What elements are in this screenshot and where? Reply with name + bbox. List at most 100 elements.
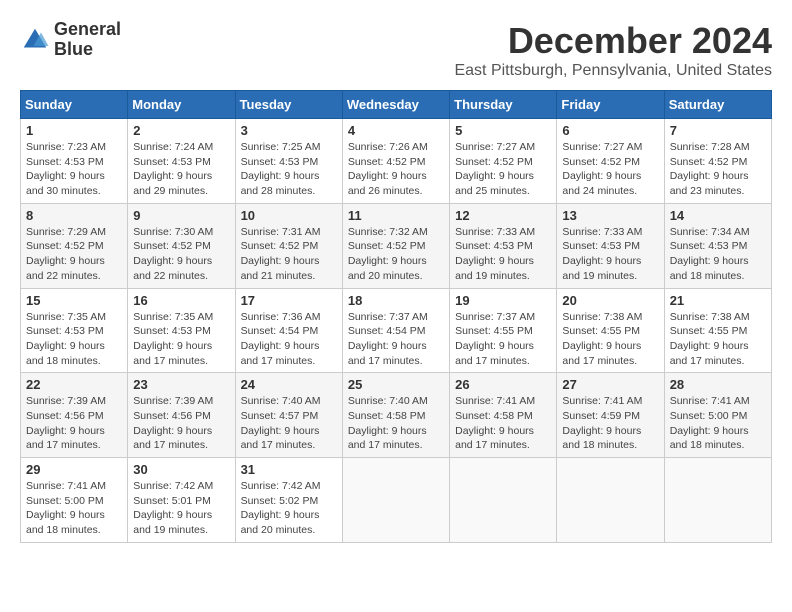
day-cell-27: 27Sunrise: 7:41 AMSunset: 4:59 PMDayligh… xyxy=(557,373,664,458)
day-cell-13: 13Sunrise: 7:33 AMSunset: 4:53 PMDayligh… xyxy=(557,203,664,288)
day-cell-28: 28Sunrise: 7:41 AMSunset: 5:00 PMDayligh… xyxy=(664,373,771,458)
day-info: Sunrise: 7:38 AMSunset: 4:55 PMDaylight:… xyxy=(562,310,658,369)
day-info: Sunrise: 7:36 AMSunset: 4:54 PMDaylight:… xyxy=(241,310,337,369)
day-cell-31: 31Sunrise: 7:42 AMSunset: 5:02 PMDayligh… xyxy=(235,458,342,543)
day-cell-5: 5Sunrise: 7:27 AMSunset: 4:52 PMDaylight… xyxy=(450,119,557,204)
day-cell-10: 10 Sunrise: 7:31 AMSunset: 4:52 PMDayligh… xyxy=(235,203,342,288)
day-number: 2 xyxy=(133,123,229,138)
day-info: Sunrise: 7:37 AMSunset: 4:55 PMDaylight:… xyxy=(455,310,551,369)
empty-cell xyxy=(342,458,449,543)
day-cell-2: 2 Sunrise: 7:24 AMSunset: 4:53 PMDaylight… xyxy=(128,119,235,204)
day-number: 23 xyxy=(133,377,229,392)
day-cell-25: 25 Sunrise: 7:40 AMSunset: 4:58 PMDayligh… xyxy=(342,373,449,458)
calendar-title: December 2024 xyxy=(454,20,772,62)
day-number: 9 xyxy=(133,208,229,223)
week-row-5: 29 Sunrise: 7:41 AMSunset: 5:00 PMDayligh… xyxy=(21,458,772,543)
day-cell-24: 24 Sunrise: 7:40 AMSunset: 4:57 PMDayligh… xyxy=(235,373,342,458)
day-number: 10 xyxy=(241,208,337,223)
day-header-wednesday: Wednesday xyxy=(342,91,449,119)
day-number: 30 xyxy=(133,462,229,477)
day-number: 13 xyxy=(562,208,658,223)
day-number: 14 xyxy=(670,208,766,223)
day-info: Sunrise: 7:23 AMSunset: 4:53 PMDaylight:… xyxy=(26,140,122,199)
week-row-3: 15 Sunrise: 7:35 AMSunset: 4:53 PMDayligh… xyxy=(21,288,772,373)
day-info: Sunrise: 7:37 AMSunset: 4:54 PMDaylight:… xyxy=(348,310,444,369)
day-cell-29: 29 Sunrise: 7:41 AMSunset: 5:00 PMDayligh… xyxy=(21,458,128,543)
day-number: 1 xyxy=(26,123,122,138)
day-number: 20 xyxy=(562,293,658,308)
day-cell-22: 22Sunrise: 7:39 AMSunset: 4:56 PMDayligh… xyxy=(21,373,128,458)
day-number: 15 xyxy=(26,293,122,308)
week-row-1: 1 Sunrise: 7:23 AMSunset: 4:53 PMDaylight… xyxy=(21,119,772,204)
day-info: Sunrise: 7:35 AMSunset: 4:53 PMDaylight:… xyxy=(26,310,122,369)
day-cell-21: 21 Sunrise: 7:38 AMSunset: 4:55 PMDayligh… xyxy=(664,288,771,373)
day-info: Sunrise: 7:32 AMSunset: 4:52 PMDaylight:… xyxy=(348,225,444,284)
day-info: Sunrise: 7:39 AMSunset: 4:56 PMDaylight:… xyxy=(26,394,122,453)
day-header-friday: Friday xyxy=(557,91,664,119)
day-number: 16 xyxy=(133,293,229,308)
day-cell-3: 3 Sunrise: 7:25 AMSunset: 4:53 PMDaylight… xyxy=(235,119,342,204)
day-info: Sunrise: 7:35 AMSunset: 4:53 PMDaylight:… xyxy=(133,310,229,369)
day-info: Sunrise: 7:34 AMSunset: 4:53 PMDaylight:… xyxy=(670,225,766,284)
day-number: 18 xyxy=(348,293,444,308)
day-number: 6 xyxy=(562,123,658,138)
day-header-tuesday: Tuesday xyxy=(235,91,342,119)
day-cell-16: 16 Sunrise: 7:35 AMSunset: 4:53 PMDayligh… xyxy=(128,288,235,373)
day-number: 21 xyxy=(670,293,766,308)
day-info: Sunrise: 7:42 AMSunset: 5:01 PMDaylight:… xyxy=(133,479,229,538)
week-row-2: 8 Sunrise: 7:29 AMSunset: 4:52 PMDaylight… xyxy=(21,203,772,288)
title-area: December 2024 East Pittsburgh, Pennsylva… xyxy=(454,20,772,80)
day-cell-14: 14 Sunrise: 7:34 AMSunset: 4:53 PMDayligh… xyxy=(664,203,771,288)
day-number: 5 xyxy=(455,123,551,138)
calendar-table: SundayMondayTuesdayWednesdayThursdayFrid… xyxy=(20,90,772,543)
day-number: 12 xyxy=(455,208,551,223)
day-cell-9: 9Sunrise: 7:30 AMSunset: 4:52 PMDaylight… xyxy=(128,203,235,288)
day-info: Sunrise: 7:41 AMSunset: 5:00 PMDaylight:… xyxy=(670,394,766,453)
day-info: Sunrise: 7:27 AMSunset: 4:52 PMDaylight:… xyxy=(562,140,658,199)
day-number: 3 xyxy=(241,123,337,138)
empty-cell xyxy=(450,458,557,543)
day-info: Sunrise: 7:28 AMSunset: 4:52 PMDaylight:… xyxy=(670,140,766,199)
logo: General Blue xyxy=(20,20,121,60)
day-cell-18: 18 Sunrise: 7:37 AMSunset: 4:54 PMDayligh… xyxy=(342,288,449,373)
day-cell-4: 4 Sunrise: 7:26 AMSunset: 4:52 PMDaylight… xyxy=(342,119,449,204)
day-info: Sunrise: 7:41 AMSunset: 4:59 PMDaylight:… xyxy=(562,394,658,453)
day-info: Sunrise: 7:41 AMSunset: 5:00 PMDaylight:… xyxy=(26,479,122,538)
day-cell-17: 17 Sunrise: 7:36 AMSunset: 4:54 PMDayligh… xyxy=(235,288,342,373)
day-cell-1: 1 Sunrise: 7:23 AMSunset: 4:53 PMDaylight… xyxy=(21,119,128,204)
day-info: Sunrise: 7:40 AMSunset: 4:58 PMDaylight:… xyxy=(348,394,444,453)
day-info: Sunrise: 7:29 AMSunset: 4:52 PMDaylight:… xyxy=(26,225,122,284)
day-cell-6: 6 Sunrise: 7:27 AMSunset: 4:52 PMDaylight… xyxy=(557,119,664,204)
day-cell-11: 11Sunrise: 7:32 AMSunset: 4:52 PMDayligh… xyxy=(342,203,449,288)
day-number: 4 xyxy=(348,123,444,138)
day-number: 24 xyxy=(241,377,337,392)
calendar-subtitle: East Pittsburgh, Pennsylvania, United St… xyxy=(454,62,772,80)
day-info: Sunrise: 7:26 AMSunset: 4:52 PMDaylight:… xyxy=(348,140,444,199)
day-number: 19 xyxy=(455,293,551,308)
day-info: Sunrise: 7:41 AMSunset: 4:58 PMDaylight:… xyxy=(455,394,551,453)
day-number: 25 xyxy=(348,377,444,392)
day-info: Sunrise: 7:31 AMSunset: 4:52 PMDaylight:… xyxy=(241,225,337,284)
day-header-saturday: Saturday xyxy=(664,91,771,119)
day-number: 17 xyxy=(241,293,337,308)
day-number: 7 xyxy=(670,123,766,138)
day-cell-19: 19 Sunrise: 7:37 AMSunset: 4:55 PMDayligh… xyxy=(450,288,557,373)
week-row-4: 22Sunrise: 7:39 AMSunset: 4:56 PMDayligh… xyxy=(21,373,772,458)
day-info: Sunrise: 7:38 AMSunset: 4:55 PMDaylight:… xyxy=(670,310,766,369)
day-info: Sunrise: 7:24 AMSunset: 4:53 PMDaylight:… xyxy=(133,140,229,199)
day-header-thursday: Thursday xyxy=(450,91,557,119)
day-cell-7: 7 Sunrise: 7:28 AMSunset: 4:52 PMDaylight… xyxy=(664,119,771,204)
day-cell-15: 15 Sunrise: 7:35 AMSunset: 4:53 PMDayligh… xyxy=(21,288,128,373)
day-info: Sunrise: 7:33 AMSunset: 4:53 PMDaylight:… xyxy=(455,225,551,284)
day-info: Sunrise: 7:25 AMSunset: 4:53 PMDaylight:… xyxy=(241,140,337,199)
day-number: 26 xyxy=(455,377,551,392)
day-cell-30: 30 Sunrise: 7:42 AMSunset: 5:01 PMDayligh… xyxy=(128,458,235,543)
day-header-monday: Monday xyxy=(128,91,235,119)
empty-cell xyxy=(664,458,771,543)
day-cell-26: 26 Sunrise: 7:41 AMSunset: 4:58 PMDayligh… xyxy=(450,373,557,458)
header: General Blue December 2024 East Pittsbur… xyxy=(20,20,772,80)
day-info: Sunrise: 7:40 AMSunset: 4:57 PMDaylight:… xyxy=(241,394,337,453)
day-info: Sunrise: 7:42 AMSunset: 5:02 PMDaylight:… xyxy=(241,479,337,538)
day-number: 29 xyxy=(26,462,122,477)
day-number: 8 xyxy=(26,208,122,223)
